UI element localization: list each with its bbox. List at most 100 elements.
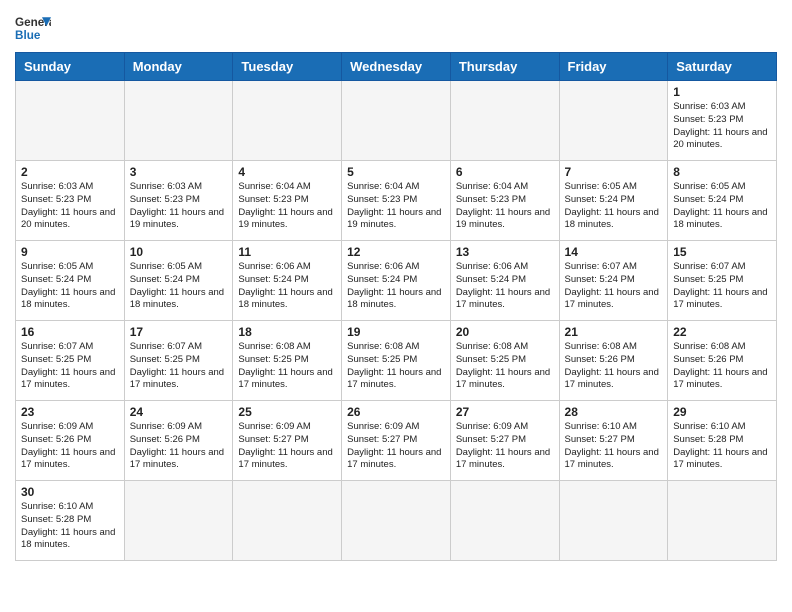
day-info: Sunrise: 6:07 AM Sunset: 5:24 PM Dayligh… <box>565 261 663 312</box>
column-header-friday: Friday <box>559 53 668 81</box>
calendar-cell <box>450 81 559 161</box>
calendar-week-row: 1 Sunrise: 6:03 AM Sunset: 5:23 PM Daylig… <box>16 81 777 161</box>
calendar-cell: 10Sunrise: 6:05 AM Sunset: 5:24 PM Dayli… <box>124 241 233 321</box>
calendar-cell: 18Sunrise: 6:08 AM Sunset: 5:25 PM Dayli… <box>233 321 342 401</box>
calendar-cell <box>450 481 559 561</box>
day-info: Sunrise: 6:09 AM Sunset: 5:27 PM Dayligh… <box>347 421 445 472</box>
calendar-cell: 25 Sunrise: 6:09 AM Sunset: 5:27 PM Dayli… <box>233 401 342 481</box>
day-info: Sunrise: 6:06 AM Sunset: 5:24 PM Dayligh… <box>347 261 445 312</box>
calendar-cell: 12 Sunrise: 6:06 AM Sunset: 5:24 PM Dayli… <box>342 241 451 321</box>
calendar-cell: 8Sunrise: 6:05 AM Sunset: 5:24 PM Daylig… <box>668 161 777 241</box>
calendar-week-row: 16 Sunrise: 6:07 AM Sunset: 5:25 PM Dayli… <box>16 321 777 401</box>
calendar-header-row: SundayMondayTuesdayWednesdayThursdayFrid… <box>16 53 777 81</box>
day-number: 5 <box>347 165 445 179</box>
day-number: 29 <box>673 405 771 419</box>
day-number: 6 <box>456 165 554 179</box>
day-number: 24 <box>130 405 228 419</box>
svg-text:Blue: Blue <box>15 29 41 42</box>
calendar-cell <box>233 481 342 561</box>
calendar-cell: 22 Sunrise: 6:08 AM Sunset: 5:26 PM Dayli… <box>668 321 777 401</box>
day-number: 7 <box>565 165 663 179</box>
day-number: 3 <box>130 165 228 179</box>
day-info: Sunrise: 6:04 AM Sunset: 5:23 PM Dayligh… <box>456 181 554 232</box>
day-number: 18 <box>238 325 336 339</box>
day-number: 22 <box>673 325 771 339</box>
calendar-cell: 1 Sunrise: 6:03 AM Sunset: 5:23 PM Daylig… <box>668 81 777 161</box>
day-info: Sunrise: 6:03 AM Sunset: 5:23 PM Dayligh… <box>21 181 119 232</box>
calendar-cell: 17Sunrise: 6:07 AM Sunset: 5:25 PM Dayli… <box>124 321 233 401</box>
logo-icon: General Blue <box>15 10 51 46</box>
calendar-cell: 4 Sunrise: 6:04 AM Sunset: 5:23 PM Daylig… <box>233 161 342 241</box>
day-number: 20 <box>456 325 554 339</box>
day-info: Sunrise: 6:03 AM Sunset: 5:23 PM Dayligh… <box>673 101 771 152</box>
day-info: Sunrise: 6:10 AM Sunset: 5:28 PM Dayligh… <box>673 421 771 472</box>
day-info: Sunrise: 6:09 AM Sunset: 5:27 PM Dayligh… <box>456 421 554 472</box>
day-info: Sunrise: 6:10 AM Sunset: 5:27 PM Dayligh… <box>565 421 663 472</box>
day-number: 13 <box>456 245 554 259</box>
page-header: General Blue <box>15 10 777 46</box>
day-number: 26 <box>347 405 445 419</box>
calendar-cell <box>559 81 668 161</box>
column-header-saturday: Saturday <box>668 53 777 81</box>
day-info: Sunrise: 6:09 AM Sunset: 5:26 PM Dayligh… <box>21 421 119 472</box>
day-number: 19 <box>347 325 445 339</box>
day-info: Sunrise: 6:09 AM Sunset: 5:27 PM Dayligh… <box>238 421 336 472</box>
calendar-week-row: 2 Sunrise: 6:03 AM Sunset: 5:23 PM Daylig… <box>16 161 777 241</box>
calendar-cell: 26 Sunrise: 6:09 AM Sunset: 5:27 PM Dayli… <box>342 401 451 481</box>
day-number: 25 <box>238 405 336 419</box>
calendar-cell <box>559 481 668 561</box>
day-number: 4 <box>238 165 336 179</box>
calendar-cell: 3 Sunrise: 6:03 AM Sunset: 5:23 PM Daylig… <box>124 161 233 241</box>
calendar-cell <box>342 481 451 561</box>
day-number: 14 <box>565 245 663 259</box>
column-header-tuesday: Tuesday <box>233 53 342 81</box>
calendar-cell: 24 Sunrise: 6:09 AM Sunset: 5:26 PM Dayli… <box>124 401 233 481</box>
calendar-cell <box>233 81 342 161</box>
calendar-cell: 30 Sunrise: 6:10 AM Sunset: 5:28 PM Dayli… <box>16 481 125 561</box>
calendar-table: SundayMondayTuesdayWednesdayThursdayFrid… <box>15 52 777 561</box>
calendar-cell: 5Sunrise: 6:04 AM Sunset: 5:23 PM Daylig… <box>342 161 451 241</box>
day-info: Sunrise: 6:07 AM Sunset: 5:25 PM Dayligh… <box>130 341 228 392</box>
day-info: Sunrise: 6:03 AM Sunset: 5:23 PM Dayligh… <box>130 181 228 232</box>
day-number: 23 <box>21 405 119 419</box>
calendar-cell: 27 Sunrise: 6:09 AM Sunset: 5:27 PM Dayli… <box>450 401 559 481</box>
day-info: Sunrise: 6:05 AM Sunset: 5:24 PM Dayligh… <box>673 181 771 232</box>
calendar-cell: 20 Sunrise: 6:08 AM Sunset: 5:25 PM Dayli… <box>450 321 559 401</box>
day-info: Sunrise: 6:06 AM Sunset: 5:24 PM Dayligh… <box>238 261 336 312</box>
day-number: 27 <box>456 405 554 419</box>
calendar-cell: 7 Sunrise: 6:05 AM Sunset: 5:24 PM Daylig… <box>559 161 668 241</box>
day-info: Sunrise: 6:05 AM Sunset: 5:24 PM Dayligh… <box>565 181 663 232</box>
calendar-cell: 16 Sunrise: 6:07 AM Sunset: 5:25 PM Dayli… <box>16 321 125 401</box>
day-number: 15 <box>673 245 771 259</box>
calendar-week-row: 23 Sunrise: 6:09 AM Sunset: 5:26 PM Dayli… <box>16 401 777 481</box>
day-number: 1 <box>673 85 771 99</box>
column-header-wednesday: Wednesday <box>342 53 451 81</box>
calendar-cell: 21Sunrise: 6:08 AM Sunset: 5:26 PM Dayli… <box>559 321 668 401</box>
day-info: Sunrise: 6:08 AM Sunset: 5:26 PM Dayligh… <box>673 341 771 392</box>
calendar-cell <box>668 481 777 561</box>
calendar-cell: 28 Sunrise: 6:10 AM Sunset: 5:27 PM Dayli… <box>559 401 668 481</box>
day-info: Sunrise: 6:04 AM Sunset: 5:23 PM Dayligh… <box>238 181 336 232</box>
calendar-cell: 6 Sunrise: 6:04 AM Sunset: 5:23 PM Daylig… <box>450 161 559 241</box>
calendar-cell: 15 Sunrise: 6:07 AM Sunset: 5:25 PM Dayli… <box>668 241 777 321</box>
day-number: 21 <box>565 325 663 339</box>
day-info: Sunrise: 6:07 AM Sunset: 5:25 PM Dayligh… <box>673 261 771 312</box>
calendar-cell: 19Sunrise: 6:08 AM Sunset: 5:25 PM Dayli… <box>342 321 451 401</box>
day-number: 16 <box>21 325 119 339</box>
logo: General Blue <box>15 10 51 46</box>
day-info: Sunrise: 6:09 AM Sunset: 5:26 PM Dayligh… <box>130 421 228 472</box>
column-header-thursday: Thursday <box>450 53 559 81</box>
day-number: 2 <box>21 165 119 179</box>
day-info: Sunrise: 6:08 AM Sunset: 5:25 PM Dayligh… <box>456 341 554 392</box>
day-number: 11 <box>238 245 336 259</box>
calendar-cell: 13Sunrise: 6:06 AM Sunset: 5:24 PM Dayli… <box>450 241 559 321</box>
day-info: Sunrise: 6:07 AM Sunset: 5:25 PM Dayligh… <box>21 341 119 392</box>
day-info: Sunrise: 6:10 AM Sunset: 5:28 PM Dayligh… <box>21 501 119 552</box>
day-number: 30 <box>21 485 119 499</box>
day-number: 12 <box>347 245 445 259</box>
calendar-cell <box>124 81 233 161</box>
day-number: 28 <box>565 405 663 419</box>
calendar-cell <box>124 481 233 561</box>
day-info: Sunrise: 6:05 AM Sunset: 5:24 PM Dayligh… <box>21 261 119 312</box>
calendar-cell: 11 Sunrise: 6:06 AM Sunset: 5:24 PM Dayli… <box>233 241 342 321</box>
